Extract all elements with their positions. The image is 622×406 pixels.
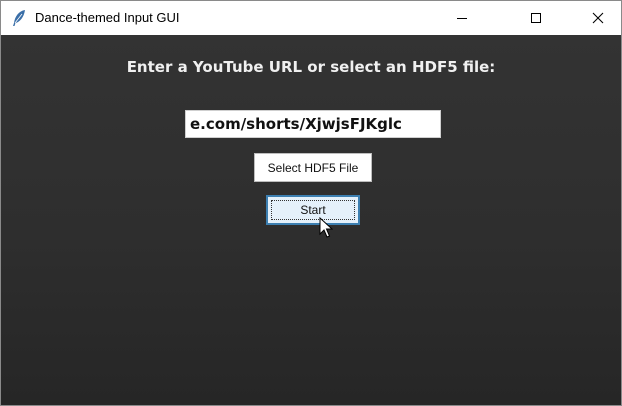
main-panel: Enter a YouTube URL or select an HDF5 fi… bbox=[1, 35, 621, 405]
app-window: Dance-themed Input GUI Enter a YouTube U… bbox=[0, 0, 622, 406]
close-icon bbox=[592, 12, 604, 24]
instruction-label: Enter a YouTube URL or select an HDF5 fi… bbox=[126, 58, 496, 76]
close-button[interactable] bbox=[575, 1, 621, 35]
youtube-url-input[interactable]: e.com/shorts/XjwjsFJKglc bbox=[185, 110, 441, 138]
title-bar[interactable]: Dance-themed Input GUI bbox=[1, 1, 621, 35]
feather-icon bbox=[13, 10, 25, 26]
maximize-button[interactable] bbox=[513, 1, 559, 35]
select-hdf5-button[interactable]: Select HDF5 File bbox=[254, 153, 372, 182]
window-title: Dance-themed Input GUI bbox=[35, 10, 180, 25]
maximize-icon bbox=[531, 13, 541, 23]
minimize-button[interactable] bbox=[439, 1, 485, 35]
select-hdf5-label: Select HDF5 File bbox=[267, 160, 359, 175]
start-label: Start bbox=[300, 203, 326, 217]
mouse-cursor-icon bbox=[319, 217, 333, 238]
start-button[interactable]: Start bbox=[266, 195, 360, 225]
minimize-icon bbox=[457, 18, 467, 19]
